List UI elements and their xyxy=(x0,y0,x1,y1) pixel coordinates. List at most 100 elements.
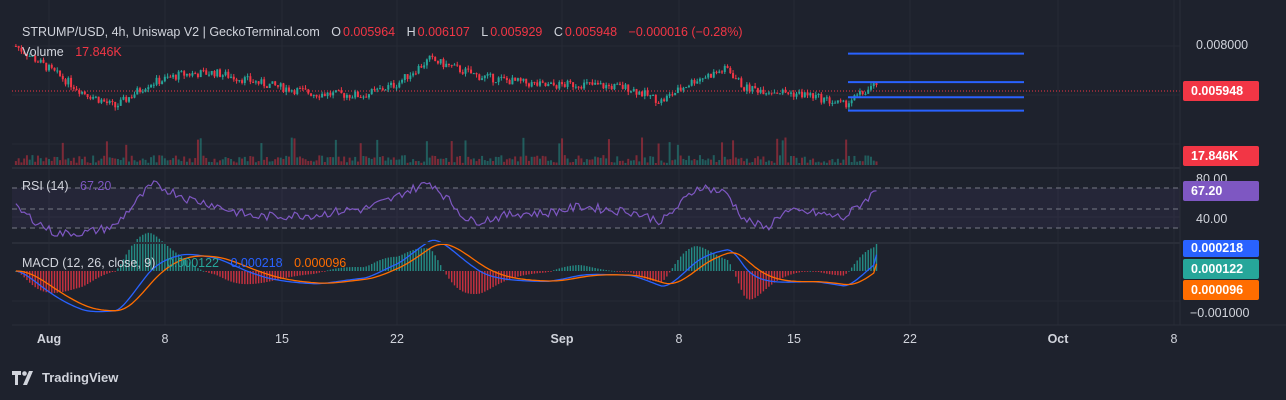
macd-histogram-bar xyxy=(291,271,293,277)
macd-histogram-bar xyxy=(666,271,668,277)
macd-histogram-bar xyxy=(536,271,538,274)
candle-body xyxy=(652,94,655,96)
macd-histogram-bar xyxy=(729,264,732,271)
volume-bar xyxy=(701,159,704,165)
volume-bar xyxy=(307,160,310,165)
macd-histogram-bar xyxy=(679,256,682,271)
candle-body xyxy=(202,70,205,72)
rsi-label[interactable]: RSI (14) xyxy=(22,179,69,193)
macd-histogram-bar xyxy=(426,248,428,271)
tradingview-logo[interactable]: TradingView xyxy=(12,370,118,385)
macd-histogram-bar xyxy=(693,246,696,271)
candle-body xyxy=(312,94,315,96)
candle-body xyxy=(872,83,875,87)
candle-body xyxy=(425,59,428,66)
candle-body xyxy=(166,76,169,78)
macd-histogram-bar xyxy=(848,270,850,272)
volume-bar xyxy=(116,158,119,165)
candle-body xyxy=(163,76,166,82)
time-tick: 8 xyxy=(161,332,169,346)
candle-body xyxy=(809,93,812,96)
candle-body xyxy=(155,77,158,85)
macd-histogram-bar xyxy=(415,249,417,271)
macd-histogram-bar xyxy=(834,271,836,275)
candle-body xyxy=(213,70,216,77)
macd-histogram-bar xyxy=(230,271,232,282)
macd-histogram-bar xyxy=(48,271,50,293)
candle-body xyxy=(721,71,724,73)
candle-body xyxy=(434,56,437,62)
horizontal-levels[interactable] xyxy=(848,52,1024,112)
candle-body xyxy=(114,101,117,108)
macd-histogram-bar xyxy=(373,262,376,271)
volume-bar xyxy=(365,156,368,165)
macd-label[interactable]: MACD (12, 26, close, 9) xyxy=(22,256,155,270)
volume-bar xyxy=(588,159,591,165)
volume-bar xyxy=(828,160,831,165)
candle-body xyxy=(544,82,547,87)
candle-body xyxy=(323,93,326,97)
macd-histogram-bar xyxy=(539,271,541,273)
volume-bar xyxy=(646,162,649,165)
volume-bar xyxy=(122,157,125,165)
macd-histogram-bar xyxy=(605,270,607,271)
volume-bar xyxy=(577,155,580,165)
volume-bar xyxy=(519,156,522,165)
volume-bar xyxy=(743,161,746,165)
macd-histogram-bar xyxy=(448,271,450,279)
candle-body xyxy=(287,87,290,92)
volume-bar xyxy=(48,159,50,165)
macd-histogram-bar xyxy=(401,254,403,271)
volume-bar xyxy=(665,162,668,165)
macd-histogram-bar xyxy=(503,271,505,282)
candle-body xyxy=(858,91,861,95)
macd-histogram-bar xyxy=(793,271,795,274)
macd-histogram-bar xyxy=(759,271,762,294)
macd-histogram-bar xyxy=(517,271,519,277)
last-price-badge: 0.005948 xyxy=(1183,81,1259,101)
candle-body xyxy=(762,89,765,95)
macd-histogram-bar xyxy=(599,269,602,271)
volume-bar xyxy=(839,162,842,165)
candle-body xyxy=(624,84,627,89)
macd-histogram-bar xyxy=(420,248,423,271)
volume-bar xyxy=(334,139,337,165)
volume-bar xyxy=(139,160,142,165)
macd-histogram-bar xyxy=(89,271,92,283)
legend-rsi: RSI (14) 67.20 xyxy=(22,179,113,193)
candle-body xyxy=(340,90,343,94)
volume-label[interactable]: Volume xyxy=(22,45,64,59)
candle-body xyxy=(643,90,646,97)
volume-bar xyxy=(798,162,801,165)
candle-body xyxy=(180,71,183,73)
volume-bar xyxy=(572,161,575,165)
candle-body xyxy=(290,90,293,92)
candle-body xyxy=(89,97,92,99)
candle-body xyxy=(817,93,820,95)
volume-bar xyxy=(704,160,707,165)
macd-histogram-bar xyxy=(801,271,803,272)
volume-bar xyxy=(748,162,751,165)
candle-body xyxy=(550,82,553,84)
candle-body xyxy=(638,91,641,95)
candle-body xyxy=(219,69,222,77)
volume-bar xyxy=(527,160,530,165)
macd-histogram-bar xyxy=(255,271,257,284)
legend-main: STRUMP/USD, 4h, Uniswap V2 | GeckoTermin… xyxy=(22,25,743,39)
candle-body xyxy=(847,103,850,108)
macd-histogram-bar xyxy=(533,271,536,274)
macd-histogram-bar xyxy=(735,271,737,277)
macd-histogram-bar xyxy=(853,263,856,271)
candle-body xyxy=(439,59,442,64)
macd-histogram-bar xyxy=(594,267,596,271)
macd-histogram-bar xyxy=(602,269,605,271)
macd-histogram-bar xyxy=(67,271,70,291)
volume-bar xyxy=(555,162,558,165)
symbol-title[interactable]: STRUMP/USD, 4h, Uniswap V2 | GeckoTermin… xyxy=(22,25,320,39)
chart-canvas[interactable] xyxy=(0,0,1286,400)
macd-histogram-bar xyxy=(635,271,638,275)
volume-bar xyxy=(530,156,533,165)
candle-body xyxy=(555,85,558,89)
candle-body xyxy=(332,92,335,96)
candle-body xyxy=(406,74,409,79)
